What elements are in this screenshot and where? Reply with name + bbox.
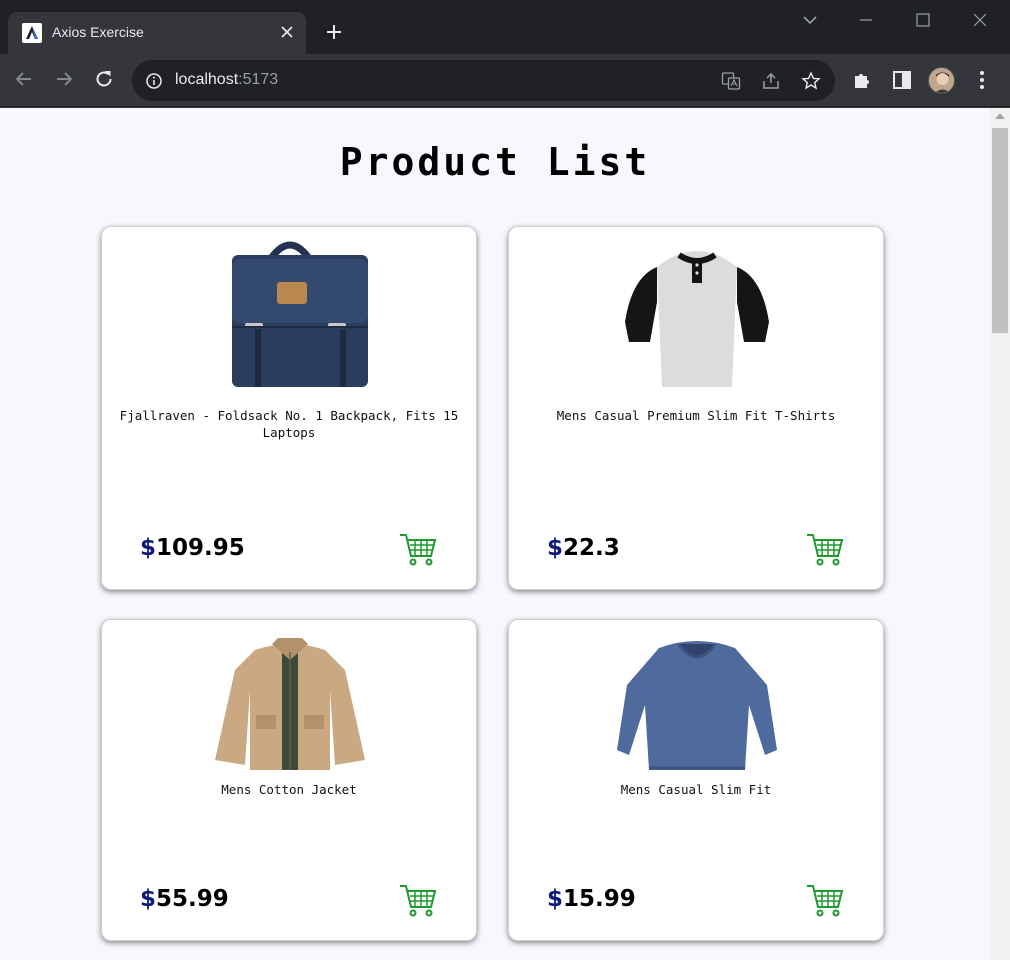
scroll-up-arrow-icon[interactable] (995, 113, 1005, 119)
backpack-image (210, 237, 370, 392)
product-card: Mens Casual Premium Slim Fit T-Shirts $2… (508, 226, 884, 590)
side-panel-icon[interactable] (891, 69, 913, 91)
profile-avatar[interactable] (928, 67, 955, 94)
t-shirt-image (617, 237, 777, 392)
vite-favicon-icon (22, 23, 42, 43)
info-icon[interactable] (145, 72, 163, 90)
reload-icon[interactable] (93, 68, 115, 90)
scrollbar-thumb[interactable] (992, 128, 1008, 333)
long-sleeve-shirt-image (617, 630, 777, 785)
product-name: Mens Casual Premium Slim Fit T-Shirts (556, 408, 836, 423)
extensions-puzzle-icon[interactable] (851, 69, 873, 91)
translate-icon[interactable] (721, 71, 741, 91)
tab-title: Axios Exercise (52, 24, 144, 40)
product-price: $15.99 (547, 886, 636, 912)
window-close-icon[interactable] (968, 8, 992, 32)
address-bar[interactable]: localhost:5173 (132, 60, 835, 101)
forward-arrow-icon[interactable] (53, 68, 75, 90)
minimize-icon[interactable] (854, 8, 878, 32)
browser-tab[interactable]: Axios Exercise (8, 12, 306, 54)
jacket-image (210, 630, 370, 785)
vertical-scrollbar[interactable] (990, 108, 1010, 960)
kebab-menu-icon[interactable] (971, 69, 993, 91)
add-to-cart-cart-icon[interactable] (805, 531, 845, 567)
maximize-icon[interactable] (911, 8, 935, 32)
new-tab-plus-icon[interactable] (322, 20, 346, 44)
product-price: $22.3 (547, 535, 620, 561)
share-icon[interactable] (761, 71, 781, 91)
tab-strip: Axios Exercise (0, 0, 1010, 54)
product-card: Mens Cotton Jacket $55.99 (101, 619, 477, 941)
product-price: $55.99 (140, 886, 229, 912)
product-name: Fjallraven - Foldsack No. 1 Backpack, Fi… (119, 408, 459, 440)
page-viewport: Product List Fjallraven - Foldsack No. 1… (0, 108, 1010, 960)
browser-toolbar: localhost:5173 (0, 54, 1010, 107)
add-to-cart-cart-icon[interactable] (805, 882, 845, 918)
url-text: localhost:5173 (175, 71, 279, 88)
tab-search-chevron-icon[interactable] (798, 8, 822, 32)
product-name: Mens Cotton Jacket (221, 782, 357, 797)
back-arrow-icon[interactable] (13, 68, 35, 90)
bookmark-star-icon[interactable] (801, 71, 821, 91)
page-title: Product List (339, 140, 651, 184)
close-icon[interactable] (278, 23, 296, 41)
add-to-cart-cart-icon[interactable] (398, 882, 438, 918)
product-name: Mens Casual Slim Fit (620, 782, 772, 797)
product-price: $109.95 (140, 535, 245, 561)
product-card: Fjallraven - Foldsack No. 1 Backpack, Fi… (101, 226, 477, 590)
product-card: Mens Casual Slim Fit $15.99 (508, 619, 884, 941)
add-to-cart-cart-icon[interactable] (398, 531, 438, 567)
